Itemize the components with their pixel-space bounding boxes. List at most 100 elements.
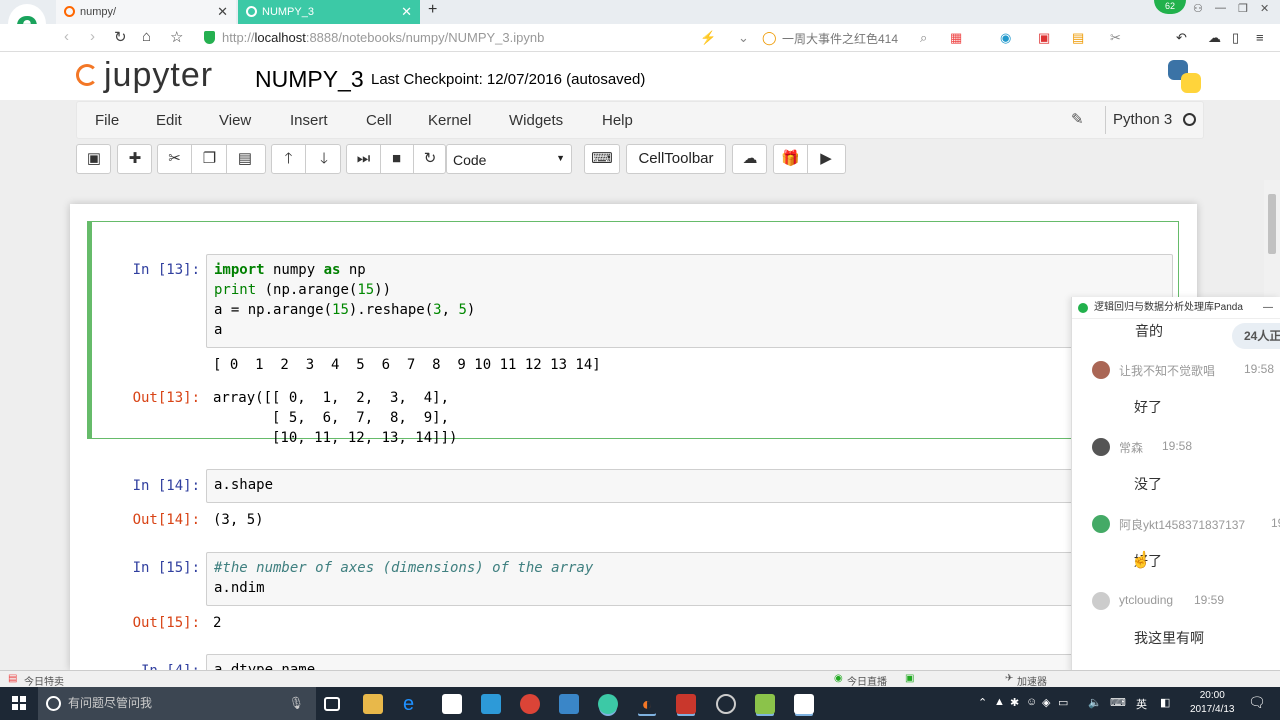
tab-numpy-3[interactable]: NUMPY_3 ✕ (238, 0, 420, 24)
code-line: import numpy as np (214, 262, 366, 278)
menu-insert[interactable]: Insert (290, 112, 328, 129)
translate-icon[interactable]: ▣ (1038, 30, 1050, 46)
home-icon[interactable]: ⌂ (142, 28, 151, 45)
apps-icon[interactable]: ▦ (950, 30, 962, 46)
close-tab-icon[interactable]: ✕ (217, 0, 228, 24)
menu-widgets[interactable]: Widgets (509, 112, 563, 129)
tray-app-icon[interactable]: ✱ (1010, 696, 1019, 709)
hot-search-text[interactable]: 一周大事件之红色414 (782, 30, 898, 47)
menu-file[interactable]: File (95, 112, 119, 129)
store-icon[interactable] (442, 694, 462, 714)
status-live-link[interactable]: 今日直播 (847, 673, 887, 688)
jupyter-logo[interactable]: jupyter (78, 56, 213, 95)
chrome-icon[interactable] (520, 694, 540, 714)
camtasia-icon[interactable] (755, 694, 775, 714)
microphone-icon[interactable]: 🎙 (289, 687, 304, 720)
extension-icon[interactable]: ◉ (1000, 30, 1011, 46)
code-line: print (np.arange(15)) (214, 282, 392, 298)
cell-type-select[interactable]: Code ▼ (446, 144, 572, 174)
ime-indicator[interactable]: 英 (1136, 696, 1147, 712)
security-shield-icon (204, 31, 215, 44)
tray-expand-icon[interactable]: ⌃ (978, 696, 987, 709)
menu-cell[interactable]: Cell (366, 112, 392, 129)
minimize-window-icon[interactable]: — (1215, 2, 1226, 14)
paste-icon[interactable]: ▤ (228, 145, 262, 173)
cloud-upload-icon[interactable]: ☁ (733, 145, 767, 173)
slideshow-icon[interactable]: ▶ (809, 145, 843, 173)
notebook-name[interactable]: NUMPY_3 (255, 66, 364, 93)
cut-icon[interactable]: ✂ (158, 145, 192, 173)
maximize-window-icon[interactable]: ❐ (1238, 2, 1248, 15)
system-clock[interactable]: 20:00 2017/4/13 (1190, 689, 1235, 717)
run-icon[interactable]: ⏭ (347, 145, 381, 173)
restart-icon[interactable]: ↻ (413, 145, 447, 173)
dropdown-icon[interactable]: ⌄ (738, 30, 749, 46)
cloud-icon[interactable]: ☁ (1208, 30, 1221, 46)
menu-icon[interactable]: ≡ (1256, 30, 1264, 45)
network-icon[interactable]: ▭ (1058, 696, 1068, 709)
menu-edit[interactable]: Edit (156, 112, 182, 129)
keyboard-icon[interactable]: ⌨ (585, 145, 619, 173)
powerpoint-icon[interactable] (676, 694, 696, 714)
menu-kernel[interactable]: Kernel (428, 112, 471, 129)
browser-360-icon[interactable] (598, 694, 618, 714)
stop-icon[interactable]: ■ (380, 145, 414, 173)
download-icon[interactable]: ▤ (1072, 30, 1084, 46)
tray-app-icon[interactable]: ◈ (1042, 696, 1050, 709)
app-icon[interactable] (559, 694, 579, 714)
insert-cell-below-icon[interactable]: ✚ (118, 145, 152, 173)
code-input[interactable]: #the number of axes (dimensions) of the … (206, 552, 1173, 606)
app-icon[interactable] (794, 694, 814, 714)
status-accelerator[interactable]: 加速器 (1017, 673, 1047, 688)
move-down-icon[interactable]: 🡓 (307, 145, 341, 173)
new-tab-button[interactable]: + (428, 1, 437, 19)
chat-title-bar[interactable]: 逻辑回归与数据分析处理库Panda — (1072, 297, 1280, 319)
search-icon[interactable]: ⌕ (920, 30, 927, 46)
menu-help[interactable]: Help (602, 112, 633, 129)
tray-app-icon[interactable]: ▲ (994, 696, 1005, 708)
reload-icon[interactable]: ↻ (114, 28, 127, 46)
skin-icon[interactable]: ⚇ (1193, 2, 1203, 15)
menu-view[interactable]: View (219, 112, 251, 129)
screenshot-icon[interactable]: ✂ (1110, 30, 1121, 46)
app-icon[interactable] (481, 694, 501, 714)
tab-label: numpy/ (80, 6, 117, 18)
speed-icon[interactable]: ⚡ (700, 30, 716, 46)
live-chat-panel: 逻辑回归与数据分析处理库Panda — 音的 24人正 让我不知不觉歌唱 19:… (1071, 297, 1280, 673)
minimize-chat-icon[interactable]: — (1263, 297, 1273, 319)
back-icon[interactable]: ‹ (64, 28, 69, 45)
celltoolbar-button[interactable]: CellToolbar (626, 144, 726, 174)
jupyter-taskbar-icon[interactable]: ◐ (637, 694, 657, 714)
tray-app-icon[interactable]: ◧ (1160, 696, 1170, 709)
volume-icon[interactable]: 🔈 (1088, 696, 1102, 709)
browse-mode-icon[interactable]: ▣ (905, 673, 914, 684)
windows-start-icon[interactable] (12, 696, 26, 710)
mobile-icon[interactable]: ▯ (1232, 30, 1239, 46)
task-view-icon[interactable] (324, 697, 340, 711)
forward-icon[interactable]: › (90, 28, 95, 45)
code-input[interactable]: a.shape (206, 469, 1173, 503)
close-tab-icon[interactable]: ✕ (401, 0, 412, 24)
copy-icon[interactable]: ❐ (193, 145, 227, 173)
move-up-icon[interactable]: 🡑 (272, 145, 306, 173)
save-icon[interactable]: ▣ (77, 145, 111, 173)
edit-pencil-icon[interactable]: ✎ (1071, 110, 1084, 128)
taskbar-search-input[interactable]: 有问题尽管问我 🎙 (38, 687, 316, 720)
jupyter-tab-icon (64, 6, 75, 17)
app-icon[interactable] (716, 694, 736, 714)
keyboard-tray-icon[interactable]: ⌨ (1110, 696, 1126, 709)
tray-app-icon[interactable]: ☺ (1026, 696, 1037, 708)
notification-center-icon[interactable]: 🗨 (1248, 694, 1266, 711)
scrollbar-thumb[interactable] (1268, 194, 1276, 254)
undo-icon[interactable]: ↶ (1176, 30, 1187, 46)
close-window-icon[interactable]: ✕ (1260, 2, 1269, 15)
file-explorer-icon[interactable] (363, 694, 383, 714)
edge-icon[interactable]: e (403, 694, 423, 714)
status-sale-link[interactable]: 今日特卖 (24, 673, 64, 688)
gift-icon[interactable]: 🎁 (774, 145, 808, 173)
tab-numpy[interactable]: numpy/ ✕ (56, 0, 236, 24)
code-input[interactable]: import numpy as np print (np.arange(15)) a… (206, 254, 1173, 348)
notification-badge[interactable]: 62 (1154, 0, 1186, 14)
url-input[interactable]: http://localhost:8888/notebooks/numpy/NU… (222, 30, 544, 45)
bookmark-star-icon[interactable]: ☆ (170, 28, 183, 46)
